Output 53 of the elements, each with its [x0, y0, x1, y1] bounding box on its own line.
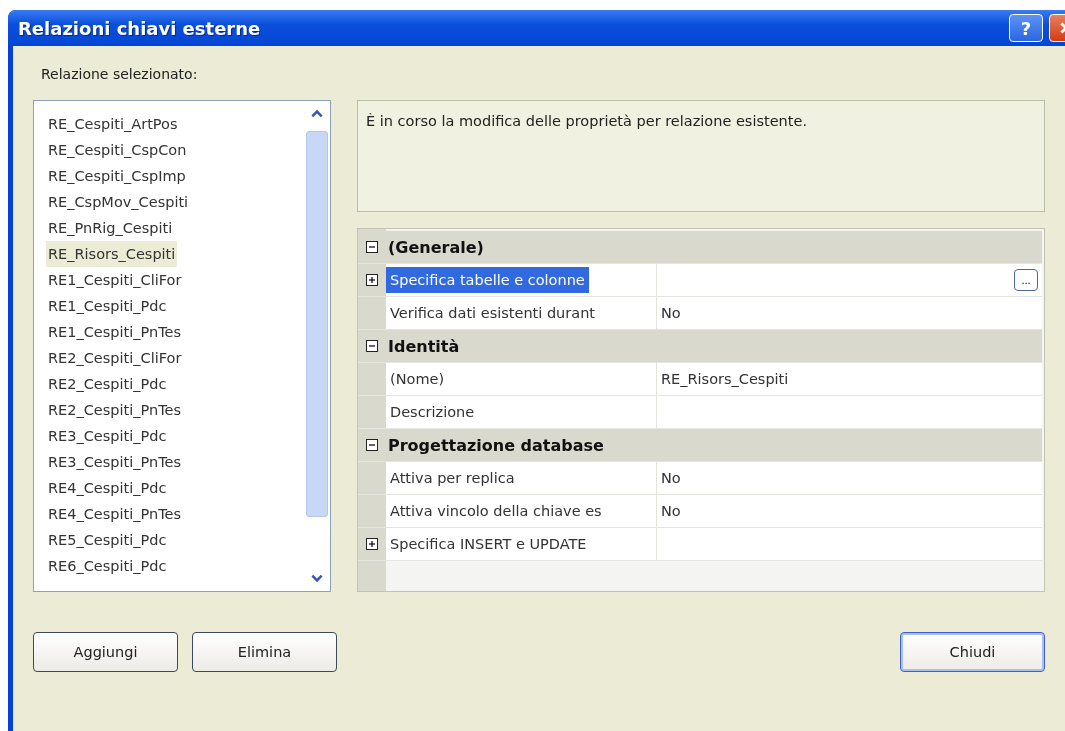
list-item[interactable]: RE5_Cespiti_Pdc	[46, 527, 169, 553]
list-item[interactable]: RE_Cespiti_ArtPos	[46, 111, 180, 137]
list-item[interactable]: RE6_Cespiti_Pdc	[46, 553, 169, 579]
list-item[interactable]: RE4_Cespiti_PnTes	[46, 501, 184, 527]
section-title: (Generale)	[387, 237, 484, 257]
list-item[interactable]: RE_Cespiti_CspCon	[46, 137, 189, 163]
list-item[interactable]: RE1_Cespiti_CliFor	[46, 267, 184, 293]
list-item[interactable]: RE_CspMov_Cespiti	[46, 189, 191, 215]
property-value: RE_Risors_Cespiti	[661, 371, 790, 387]
section-title: Progettazione database	[387, 435, 604, 455]
list-label: Relazione selezionato:	[41, 66, 199, 82]
collapse-icon[interactable]	[366, 241, 378, 253]
section-title: Identità	[387, 336, 460, 356]
collapse-icon[interactable]	[366, 439, 378, 451]
list-item[interactable]: RE2_Cespiti_PnTes	[46, 397, 184, 423]
property-name[interactable]: (Nome)	[386, 366, 449, 392]
property-name[interactable]: Verifica dati esistenti durant	[386, 300, 599, 326]
list-item[interactable]: RE1_Cespiti_Pdc	[46, 293, 169, 319]
property-name[interactable]: Attiva per replica	[386, 465, 519, 491]
property-row[interactable]: Verifica dati esistenti durant No	[358, 297, 1042, 330]
property-name[interactable]: Specifica INSERT e UPDATE	[386, 531, 591, 557]
property-row[interactable]: Descrizione	[358, 396, 1042, 429]
property-name[interactable]: Descrizione	[386, 399, 479, 425]
list-item[interactable]: RE3_Cespiti_Pdc	[46, 423, 169, 449]
list-item[interactable]: RE2_Cespiti_CliFor	[46, 345, 184, 371]
scroll-thumb[interactable]	[306, 131, 328, 517]
list-item[interactable]: RE_PnRig_Cespiti	[46, 215, 175, 241]
property-name[interactable]: Specifica tabelle e colonne	[386, 267, 589, 293]
description-text: È in corso la modifica delle proprietà per relazione esistente.	[357, 100, 1045, 212]
expand-icon[interactable]	[366, 274, 378, 286]
list-item[interactable]: RE_Risors_Cespiti	[46, 241, 178, 267]
ellipsis-button[interactable]: ...	[1014, 269, 1038, 291]
expand-icon[interactable]	[366, 538, 378, 550]
property-row[interactable]: Attiva per replica No	[358, 462, 1042, 495]
property-name[interactable]: Attiva vincolo della chiave es	[386, 498, 606, 524]
add-button[interactable]: Aggiungi	[33, 632, 178, 672]
property-value: No	[661, 470, 682, 486]
window-title: Relazioni chiavi esterne	[18, 17, 262, 39]
property-row[interactable]: (Nome) RE_Risors_Cespiti	[358, 363, 1042, 396]
property-value: No	[661, 305, 682, 321]
list-item[interactable]: RE1_Cespiti_PnTes	[46, 319, 184, 345]
property-row[interactable]: Specifica INSERT e UPDATE	[358, 528, 1042, 561]
list-item[interactable]: RE3_Cespiti_PnTes	[46, 449, 184, 475]
delete-button[interactable]: Elimina	[192, 632, 337, 672]
list-item[interactable]: RE4_Cespiti_Pdc	[46, 475, 169, 501]
property-row[interactable]: Specifica tabelle e colonne ...	[358, 264, 1042, 297]
collapse-icon[interactable]	[366, 340, 378, 352]
help-button[interactable]: ?	[1009, 14, 1043, 42]
list-item[interactable]: RE_Cespiti_CspImp	[46, 163, 188, 189]
property-row[interactable]: Attiva vincolo della chiave es No	[358, 495, 1042, 528]
property-value: No	[661, 503, 682, 519]
close-dialog-button[interactable]: Chiudi	[900, 632, 1045, 672]
list-item[interactable]: RE2_Cespiti_Pdc	[46, 371, 169, 397]
